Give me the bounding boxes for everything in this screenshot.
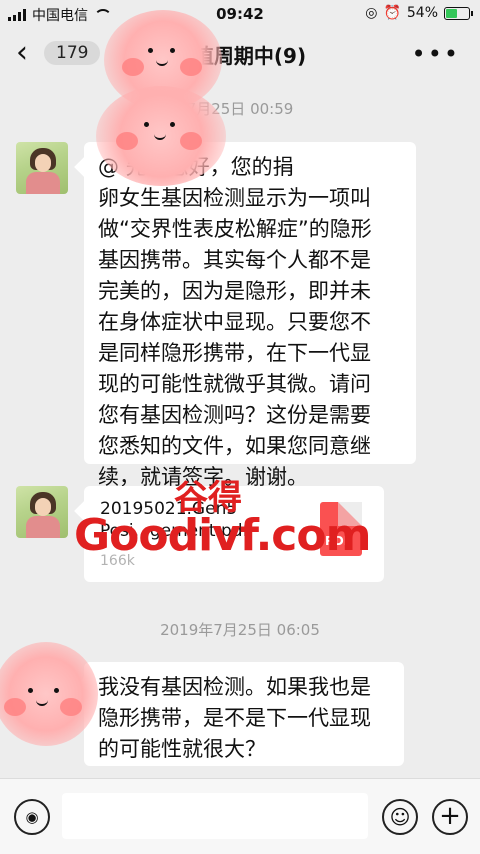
sender-avatar[interactable] [16,486,68,538]
plus-icon[interactable]: + [432,799,468,835]
back-chevron-icon[interactable]: ‹ [16,38,46,68]
battery-fill [446,8,457,18]
status-bar: 中国电信 09:42 ◎ ⏰ 54% [0,0,480,28]
input-bar: ◉ ☺ + [0,778,480,854]
alarm-icon: ⏰ [383,5,401,21]
unread-count-badge[interactable]: 179 [44,41,101,65]
message-bubble[interactable]: @ 先生您好，您的捐 卵女生基因检测显示为一项叫 做“交界性表皮松解症”的隐形 … [84,142,416,489]
battery-icon [444,6,473,20]
message-input[interactable] [62,793,368,839]
watermark-en: Goodivf.com [74,510,371,561]
sender-avatar[interactable] [16,142,68,194]
message-text: 我没有基因检测。如果我也是 隐形携带，是不是下一代显现 的可能性就很大？ [98,675,371,761]
message-timestamp: 7月25日 00:59 [186,100,294,118]
voice-icon[interactable]: ◉ [14,799,50,835]
privacy-sticker [96,86,226,186]
chat-header: ‹ 179 移植周期中(9) ••• [0,28,480,80]
message-timestamp: 2019年7月25日 06:05 [160,621,320,639]
emoji-icon[interactable]: ☺ [382,799,418,835]
message-bubble[interactable]: 我没有基因检测。如果我也是 隐形携带，是不是下一代显现 的可能性就很大？ [84,662,404,766]
rotation-lock-icon: ◎ [365,5,378,21]
more-dots-icon[interactable]: ••• [412,40,460,68]
battery-percent: 54% [406,5,438,21]
message-text: @ 先生您好，您的捐 卵女生基因检测显示为一项叫 做“交界性表皮松解症”的隐形 … [98,155,372,489]
status-right: ◎ ⏰ 54% [365,5,473,21]
